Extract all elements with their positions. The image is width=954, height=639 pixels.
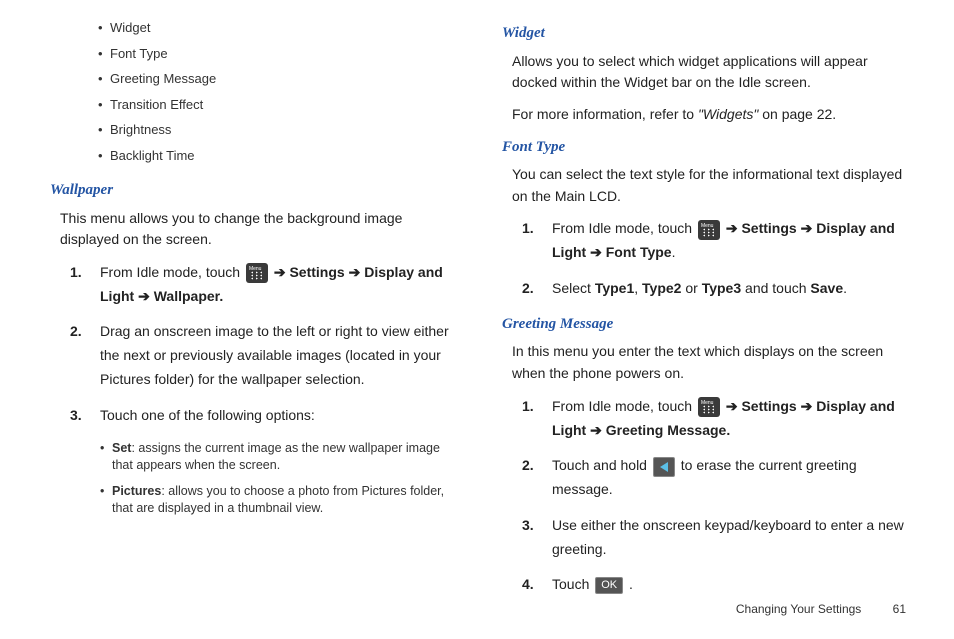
label-wallpaper: Wallpaper. — [154, 288, 224, 304]
text: . — [629, 576, 633, 592]
label-settings: Settings — [741, 398, 796, 414]
label-type3: Type3 — [702, 280, 741, 296]
wallpaper-intro: This menu allows you to change the backg… — [60, 208, 462, 251]
option-pictures: Pictures — [112, 484, 161, 498]
step: Drag an onscreen image to the left or ri… — [70, 320, 462, 391]
arrow-icon: ➔ — [349, 264, 365, 280]
label-type2: Type2 — [642, 280, 681, 296]
option-set: Set — [112, 441, 131, 455]
text: : allows you to choose a photo from Pict… — [112, 484, 444, 516]
back-arrow-icon — [653, 457, 675, 477]
heading-widget: Widget — [502, 22, 914, 45]
list-item: Pictures: allows you to choose a photo f… — [100, 483, 462, 518]
arrow-icon: ➔ — [590, 422, 606, 438]
text: From Idle mode, touch — [552, 220, 696, 236]
arrow-icon: ➔ — [726, 220, 742, 236]
menu-icon — [698, 220, 720, 240]
label-save: Save — [810, 280, 843, 296]
ok-button-icon: OK — [595, 577, 623, 594]
page-footer: Changing Your Settings 61 — [736, 600, 906, 618]
heading-greeting-message: Greeting Message — [502, 313, 914, 336]
arrow-icon: ➔ — [801, 220, 817, 236]
list-item: Greeting Message — [98, 69, 462, 89]
text: For more information, refer to — [512, 106, 698, 122]
right-column: Widget Allows you to select which widget… — [502, 18, 914, 609]
feature-bullet-list: Widget Font Type Greeting Message Transi… — [98, 18, 462, 165]
label-font-type: Font Type — [606, 244, 672, 260]
text: on page 22. — [758, 106, 836, 122]
greeting-steps: From Idle mode, touch ➔ Settings ➔ Displ… — [522, 395, 914, 598]
text: Touch — [552, 576, 593, 592]
font-intro: You can select the text style for the in… — [512, 164, 914, 207]
widget-p2: For more information, refer to "Widgets"… — [512, 104, 914, 126]
step: From Idle mode, touch ➔ Settings ➔ Displ… — [522, 395, 914, 443]
menu-icon — [246, 263, 268, 283]
text: Select — [552, 280, 595, 296]
list-item: Set: assigns the current image as the ne… — [100, 440, 462, 475]
wallpaper-steps: From Idle mode, touch ➔ Settings ➔ Displ… — [70, 261, 462, 428]
step: Touch and hold to erase the current gree… — [522, 454, 914, 502]
label-settings: Settings — [741, 220, 796, 236]
greeting-intro: In this menu you enter the text which di… — [512, 341, 914, 384]
page-content: Widget Font Type Greeting Message Transi… — [0, 0, 954, 639]
text: or — [681, 280, 701, 296]
text: and touch — [741, 280, 810, 296]
list-item: Font Type — [98, 44, 462, 64]
heading-font-type: Font Type — [502, 136, 914, 159]
label-type1: Type1 — [595, 280, 634, 296]
text: . — [672, 244, 676, 260]
label-settings: Settings — [289, 264, 344, 280]
arrow-icon: ➔ — [726, 398, 742, 414]
text: . — [843, 280, 847, 296]
font-steps: From Idle mode, touch ➔ Settings ➔ Displ… — [522, 217, 914, 300]
arrow-icon: ➔ — [138, 288, 154, 304]
arrow-icon: ➔ — [801, 398, 817, 414]
heading-wallpaper: Wallpaper — [50, 179, 462, 202]
text: From Idle mode, touch — [100, 264, 244, 280]
list-item: Brightness — [98, 120, 462, 140]
step: Touch one of the following options: — [70, 404, 462, 428]
text: : assigns the current image as the new w… — [112, 441, 440, 473]
text: Touch and hold — [552, 457, 651, 473]
arrow-icon: ➔ — [274, 264, 290, 280]
text: From Idle mode, touch — [552, 398, 696, 414]
step: Touch OK . — [522, 573, 914, 597]
step: Use either the onscreen keypad/keyboard … — [522, 514, 914, 562]
arrow-icon: ➔ — [590, 244, 606, 260]
step: From Idle mode, touch ➔ Settings ➔ Displ… — [522, 217, 914, 265]
list-item: Widget — [98, 18, 462, 38]
label-greeting-message: Greeting Message. — [606, 422, 731, 438]
wallpaper-options: Set: assigns the current image as the ne… — [100, 440, 462, 518]
step: From Idle mode, touch ➔ Settings ➔ Displ… — [70, 261, 462, 309]
text: , — [634, 280, 642, 296]
menu-icon — [698, 397, 720, 417]
step: Select Type1, Type2 or Type3 and touch S… — [522, 277, 914, 301]
page-number: 61 — [893, 602, 906, 616]
left-column: Widget Font Type Greeting Message Transi… — [50, 18, 462, 609]
list-item: Backlight Time — [98, 146, 462, 166]
footer-section: Changing Your Settings — [736, 602, 861, 616]
widget-p1: Allows you to select which widget applic… — [512, 51, 914, 94]
ref-widgets: "Widgets" — [698, 106, 758, 122]
list-item: Transition Effect — [98, 95, 462, 115]
